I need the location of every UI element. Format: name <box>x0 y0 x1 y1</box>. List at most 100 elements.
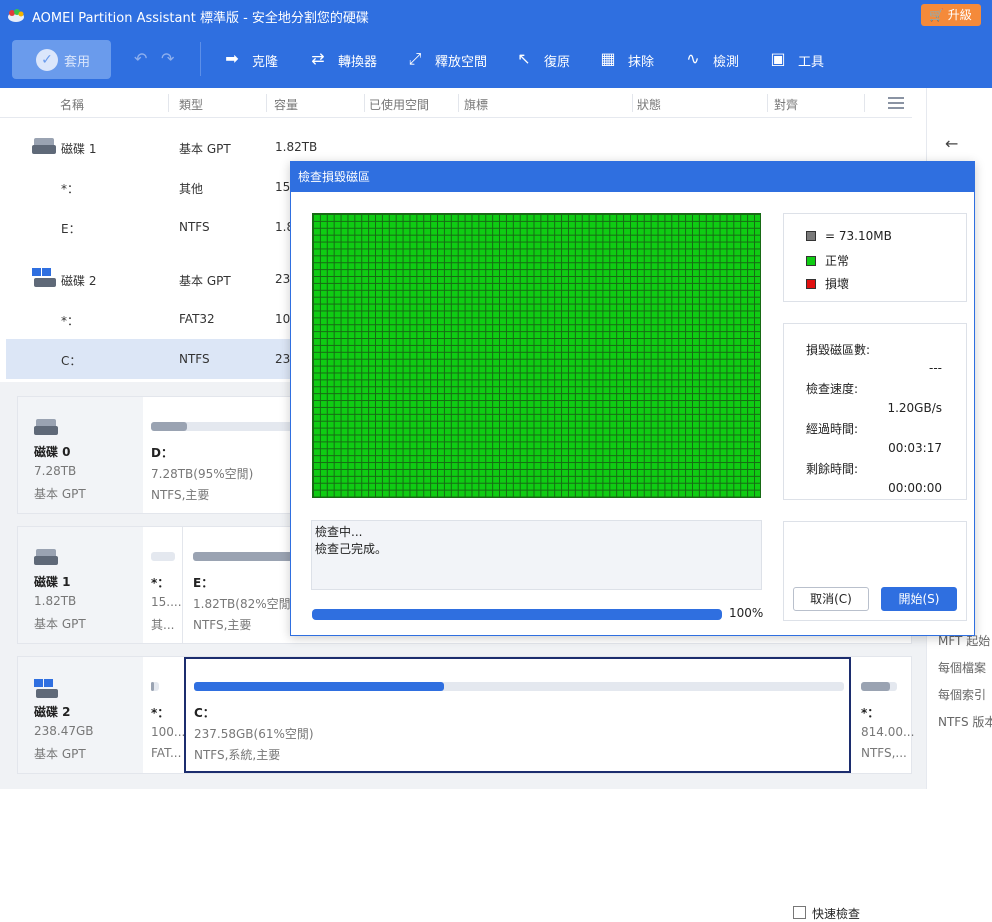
col-divider <box>864 94 865 112</box>
disk-icon <box>34 419 58 437</box>
elapsed-time-value: 00:03:17 <box>888 441 942 455</box>
upgrade-button[interactable]: 🛒 升級 <box>921 4 981 26</box>
partition-info: 237.58GB(61%空閒) <box>194 727 314 741</box>
partition-label: D： <box>151 446 173 460</box>
disk-name: 磁碟 0 <box>34 445 71 459</box>
clone-label: 克隆 <box>252 55 279 70</box>
quick-check-label[interactable]: 快速檢查 <box>812 905 860 922</box>
disk-card[interactable]: 磁碟 2 238.47GB 基本 GPT *： 100... FAT... C：… <box>17 656 915 774</box>
stats-box: 損毀磁區數: --- 檢查速度: 1.20GB/s 經過時間: 00:03:17… <box>783 323 967 500</box>
test-icon: ∿ <box>686 49 700 68</box>
wipe-icon: ▦ <box>600 49 616 68</box>
partition-label: *： <box>151 706 170 720</box>
usage-fill <box>151 422 187 431</box>
recovery-label: 復原 <box>544 55 571 70</box>
disk-size: 7.28TB <box>34 464 77 478</box>
row-type: FAT32 <box>179 312 215 326</box>
tools-label: 工具 <box>798 55 825 70</box>
partition-block[interactable]: *： 814.00... NTFS,... <box>853 657 915 773</box>
col-divider <box>632 94 633 112</box>
system-disk-icon <box>34 679 58 698</box>
legend-bad-label: 損壞 <box>825 277 850 291</box>
dialog-title: 檢查損毀磁區 <box>291 162 974 192</box>
column-settings-icon[interactable] <box>888 97 904 109</box>
check-speed-value: 1.20GB/s <box>887 401 942 415</box>
progress-fill <box>312 609 722 620</box>
cancel-button[interactable]: 取消(C) <box>793 587 869 611</box>
disk-info: 磁碟 0 7.28TB 基本 GPT <box>18 397 143 513</box>
free-space-label: 釋放空間 <box>435 55 488 70</box>
legend-box: = 73.10MB 正常 損壞 <box>783 213 967 302</box>
disk-name: 磁碟 1 <box>34 575 71 589</box>
convert-icon: ⇄ <box>311 49 325 68</box>
partition-info: 814.00... <box>861 725 915 739</box>
partition-block[interactable]: *： 15.... 其... <box>143 527 183 643</box>
partition-label: C： <box>194 706 215 720</box>
check-icon: ✓ <box>36 49 58 71</box>
col-divider <box>266 94 267 112</box>
redo-icon[interactable]: ↷ <box>161 49 174 68</box>
property-line: 每個檔案 <box>938 661 987 675</box>
disk-info: 磁碟 1 1.82TB 基本 GPT <box>18 527 143 643</box>
wipe-label: 抹除 <box>628 55 655 70</box>
window-title: AOMEI Partition Assistant 標準版 - 安全地分割您的硬… <box>32 11 369 26</box>
col-name[interactable]: 名稱 <box>60 96 84 113</box>
col-status[interactable]: 狀態 <box>637 96 661 113</box>
col-used[interactable]: 已使用空間 <box>369 96 429 113</box>
col-type[interactable]: 類型 <box>179 96 203 113</box>
elapsed-time-label: 經過時間: <box>806 422 859 436</box>
row-name: *： <box>61 182 80 196</box>
log-line: 檢查中... <box>315 525 363 539</box>
partition-block-selected[interactable]: C： 237.58GB(61%空閒) NTFS,系統,主要 <box>184 657 851 773</box>
back-arrow-icon[interactable]: ← <box>945 134 958 153</box>
toolbar-divider <box>200 42 201 76</box>
apply-button[interactable]: ✓ 套用 <box>12 40 111 79</box>
partition-label: *： <box>861 706 880 720</box>
bad-sectors-value: --- <box>929 361 942 375</box>
partition-table-header: 名稱 類型 容量 已使用空間 旗標 狀態 對齊 <box>0 88 912 118</box>
legend-normal-label: 正常 <box>825 254 850 268</box>
bad-sectors-label: 損毀磁區數: <box>806 343 871 357</box>
tools-icon: ▣ <box>770 49 786 68</box>
legend-bad-swatch <box>806 279 816 289</box>
partition-fs: FAT... <box>151 746 182 760</box>
bad-sector-check-dialog: 檢查損毀磁區 = 73.10MB 正常 損壞 損毀磁區數: --- 檢查速度: … <box>290 161 975 921</box>
status-log: 檢查中... 檢查己完成。 <box>311 520 762 590</box>
check-speed-label: 檢查速度: <box>806 382 859 396</box>
row-type: NTFS <box>179 220 210 234</box>
partition-info: 100... <box>151 725 186 739</box>
usage-fill <box>861 682 890 691</box>
usage-bar <box>151 682 159 691</box>
partition-block[interactable]: *： 100... FAT... <box>143 657 186 773</box>
disk-type: 基本 GPT <box>34 617 86 631</box>
cart-icon: 🛒 <box>929 8 944 22</box>
row-name: 磁碟 1 <box>61 142 97 156</box>
legend-block-size: = 73.10MB <box>806 229 892 243</box>
log-line: 檢查己完成。 <box>315 542 388 556</box>
col-flag[interactable]: 旗標 <box>464 96 488 113</box>
partition-fs: NTFS,主要 <box>151 488 210 502</box>
row-type: 基本 GPT <box>179 274 231 288</box>
clone-icon: ➡ <box>225 49 239 68</box>
col-divider <box>458 94 459 112</box>
usage-bar <box>151 552 175 561</box>
recovery-icon: ↖ <box>517 49 531 68</box>
start-button[interactable]: 開始(S) <box>881 587 957 611</box>
apply-label: 套用 <box>64 55 91 70</box>
legend-bad: 損壞 <box>806 275 849 292</box>
row-capacity: 1.82TB <box>275 140 318 154</box>
quick-check-checkbox[interactable] <box>793 906 806 919</box>
partition-fs: NTFS,... <box>861 746 907 760</box>
partition-info: 15.... <box>151 595 182 609</box>
remaining-time-value: 00:00:00 <box>888 481 942 495</box>
col-align[interactable]: 對齊 <box>774 96 798 113</box>
row-capacity: 23 <box>275 352 291 366</box>
convert-label: 轉換器 <box>338 55 378 70</box>
partition-fs: 其... <box>151 618 175 632</box>
disk-icon <box>34 549 58 567</box>
row-name: C： <box>61 354 82 368</box>
usage-fill <box>151 682 154 691</box>
property-line: 每個索引 <box>938 688 987 702</box>
undo-icon[interactable]: ↶ <box>134 49 147 68</box>
col-capacity[interactable]: 容量 <box>274 96 298 113</box>
